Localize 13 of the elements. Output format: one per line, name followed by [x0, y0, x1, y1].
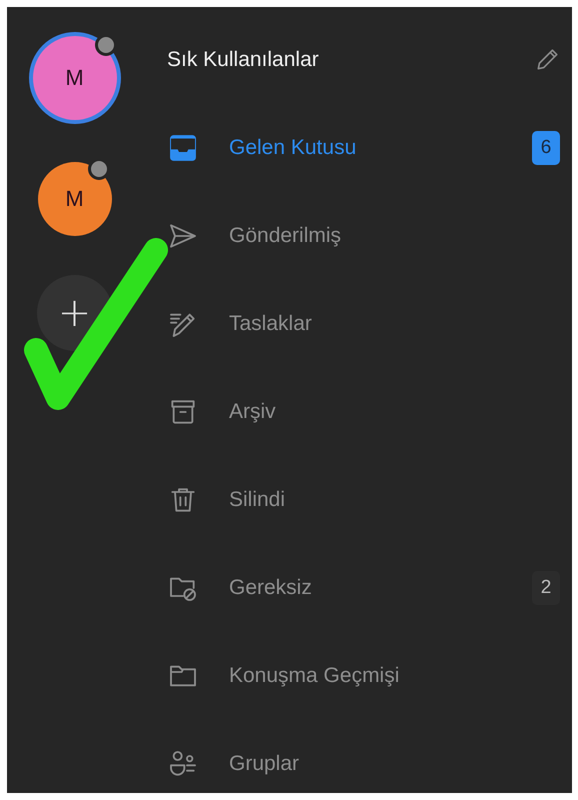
folder-item[interactable]: Gruplar	[167, 720, 572, 793]
folder-item[interactable]: Arşiv	[167, 368, 572, 456]
unread-count: 2	[532, 571, 560, 605]
folder-item[interactable]: Gereksiz 2	[167, 544, 572, 632]
section-title: Sık Kullanılanlar	[167, 48, 319, 72]
status-dot-icon	[94, 34, 116, 56]
folder-item[interactable]: Konuşma Geçmişi	[167, 632, 572, 720]
folder-item[interactable]: Gelen Kutusu 6	[167, 104, 572, 192]
folder-item[interactable]: Silindi	[167, 456, 572, 544]
inbox-icon	[167, 132, 199, 164]
folder-item[interactable]: Taslaklar	[167, 280, 572, 368]
unread-count: 6	[532, 131, 560, 165]
folder-item[interactable]: Gönderilmiş	[167, 192, 572, 280]
